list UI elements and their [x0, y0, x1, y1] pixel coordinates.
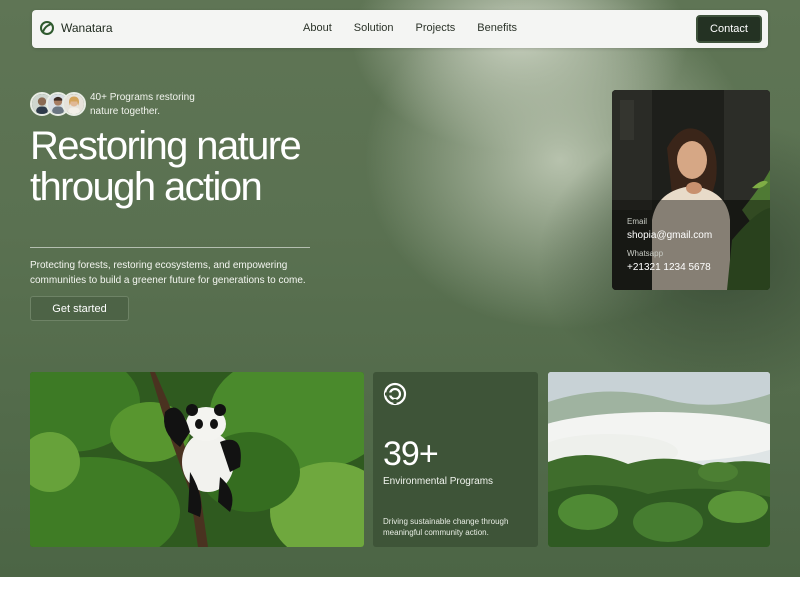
- hero-divider: [30, 247, 310, 248]
- panda-photo: [30, 372, 364, 547]
- hero-headline: Restoring nature through action: [30, 126, 350, 208]
- hero-description: Protecting forests, restoring ecosystems…: [30, 260, 306, 286]
- stat-description: Driving sustainable change through meani…: [383, 517, 509, 537]
- profile-card: Email shopia@gmail.com Whatsapp +21321 1…: [612, 90, 770, 290]
- headline-line-2: through action: [30, 165, 263, 209]
- cycle-logo-icon: [383, 382, 407, 406]
- brand[interactable]: Wanatara: [39, 20, 113, 36]
- email-value[interactable]: shopia@gmail.com: [627, 230, 712, 241]
- leaf-loop-logo-icon: [40, 21, 54, 35]
- stat-card: 39+ Environmental Programs Driving susta…: [373, 372, 538, 547]
- nav-link-about[interactable]: About: [303, 22, 332, 34]
- get-started-button[interactable]: Get started: [30, 296, 129, 321]
- headline-line-1: Restoring nature: [30, 124, 302, 168]
- nav-link-solution[interactable]: Solution: [354, 22, 394, 34]
- whatsapp-label: Whatsapp: [627, 249, 664, 258]
- programs-caption: 40+ Programs restoring nature together.: [90, 92, 195, 117]
- hero-section: Wanatara About Solution Projects Benefit…: [0, 0, 800, 577]
- top-navbar: Wanatara About Solution Projects Benefit…: [32, 10, 768, 48]
- avatar-group: [30, 92, 86, 116]
- forest-image-card: [548, 372, 770, 547]
- panda-image-card: [30, 372, 364, 547]
- email-label: Email: [627, 217, 648, 226]
- profile-photo: [612, 90, 770, 290]
- nav-link-projects[interactable]: Projects: [416, 22, 456, 34]
- stat-label: Environmental Programs: [383, 476, 494, 487]
- whatsapp-value[interactable]: +21321 1234 5678: [627, 262, 711, 273]
- avatar: [62, 92, 86, 116]
- nav-link-benefits[interactable]: Benefits: [477, 22, 517, 34]
- misty-forest-photo: [548, 372, 770, 547]
- stat-number: 39+: [383, 435, 439, 473]
- contact-button[interactable]: Contact: [696, 15, 762, 43]
- brand-name: Wanatara: [61, 21, 113, 35]
- nav-links: About Solution Projects Benefits: [303, 22, 517, 34]
